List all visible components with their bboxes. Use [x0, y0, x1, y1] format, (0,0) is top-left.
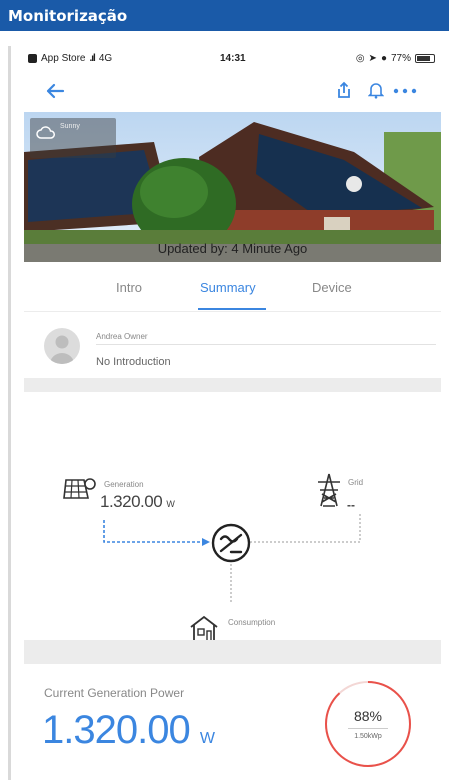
tab-device[interactable]: Device [312, 280, 352, 295]
solar-panel-icon [63, 478, 96, 499]
generation-unit: W [166, 499, 175, 509]
capacity-gauge: 88% 1.50kWp [322, 678, 414, 770]
status-bar: App Store .ıl 4G 14:31 ◎ ➤ ● 77% [24, 44, 441, 72]
location-icon: ◎ [355, 53, 365, 64]
page-banner: Monitorização [0, 0, 449, 31]
network-label: 4G [98, 53, 113, 64]
app-store-icon [28, 54, 37, 63]
phone-screen: App Store .ıl 4G 14:31 ◎ ➤ ● 77% Sunny U… [24, 44, 441, 780]
owner-introduction: No Introduction [96, 356, 171, 368]
gauge-percent: 88% [353, 708, 383, 724]
gauge-capacity: 1.50kWp [354, 733, 382, 740]
gauge-ring [325, 681, 411, 767]
share-icon[interactable] [336, 81, 352, 99]
consumption-label: Consumption [228, 618, 276, 627]
generation-value: 1.320.00 W [100, 492, 175, 511]
section-divider [24, 378, 441, 392]
current-power-label: Current Generation Power [44, 686, 185, 700]
generation-label: Generation [104, 480, 144, 489]
owner-name: Andrea Owner [96, 332, 148, 341]
left-rule [8, 46, 11, 780]
carrier-label: App Store [41, 53, 86, 64]
gauge-arc [325, 681, 411, 767]
grid-value: -- [347, 498, 355, 512]
gauge-divider [348, 728, 388, 729]
plant-photo: Sunny Updated by: 4 Minute Ago [24, 112, 441, 262]
current-power-card: Current Generation Power 1.320.00 W 88% … [24, 664, 441, 780]
tab-bar: Intro Summary Device [24, 262, 441, 312]
battery-label: 77% [390, 53, 411, 64]
alarm-icon: ● [380, 53, 387, 64]
section-divider-2 [24, 640, 441, 664]
inverter-icon [211, 523, 251, 563]
navigation-icon: ➤ [368, 53, 377, 64]
signal-icon: .ıl [89, 53, 95, 64]
more-icon[interactable] [392, 81, 418, 99]
weather-icon [36, 126, 55, 139]
owner-divider [96, 344, 436, 345]
banner-title: Monitorização [8, 7, 128, 25]
weather-widget: Sunny [30, 118, 116, 158]
battery-icon [415, 54, 435, 63]
current-power-value: 1.320.00 W [42, 708, 215, 752]
weather-text: Sunny [60, 123, 80, 130]
nav-bar [24, 72, 441, 112]
owner-row: Andrea Owner No Introduction [24, 312, 441, 378]
clock: 14:31 [220, 53, 246, 64]
active-tab-indicator [198, 308, 266, 310]
avatar-icon [50, 335, 74, 364]
grid-label: Grid [348, 478, 364, 487]
energy-flow-diagram: Generation 1.320.00 W Grid -- Consumptio… [24, 392, 441, 654]
bell-icon[interactable] [368, 81, 384, 99]
updated-text: Updated by: 4 Minute Ago [157, 241, 308, 256]
current-power-unit: W [199, 730, 215, 747]
tab-summary[interactable]: Summary [200, 280, 256, 295]
avatar[interactable] [44, 328, 80, 364]
back-arrow-icon[interactable] [44, 80, 66, 102]
pylon-icon [318, 473, 340, 507]
tab-intro[interactable]: Intro [116, 280, 142, 295]
